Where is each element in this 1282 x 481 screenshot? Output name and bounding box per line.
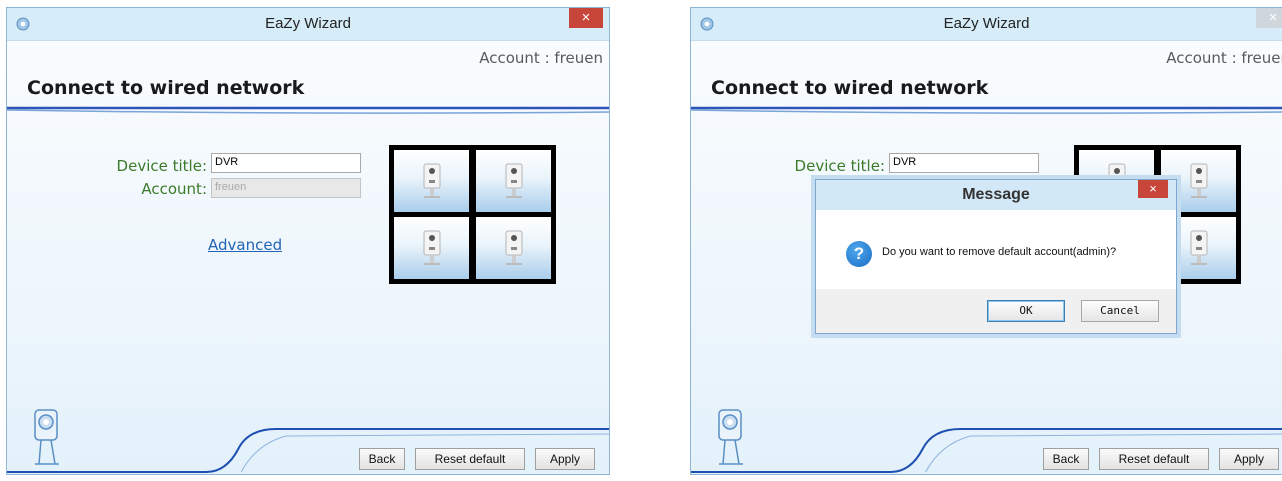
device-title-input[interactable]: DVR [889,153,1039,173]
close-button[interactable]: × [1256,8,1282,28]
ok-button[interactable]: OK [987,300,1065,322]
camera-icon [423,163,441,198]
question-icon: ? [846,241,872,267]
device-title-input[interactable]: DVR [211,153,361,173]
advanced-link[interactable]: Advanced [208,236,282,254]
wizard-content: Account : freuen Connect to wired networ… [7,41,609,474]
wizard-window: EaZy Wizard × Account : freuen Connect t… [6,7,610,475]
window-title: EaZy Wizard [943,15,1030,32]
dialog-title: Message [962,186,1030,203]
camera-icon [1190,163,1208,198]
camera-cell[interactable] [394,217,469,279]
page-title: Connect to wired network [27,77,305,99]
title-divider [7,106,609,114]
device-title-label: Device title: [794,157,885,175]
account-label: Account: [141,180,207,198]
title-bar[interactable]: EaZy Wizard × [7,8,609,41]
wizard-window-with-dialog: EaZy Wizard × Account : freuen Connect t… [690,7,1282,475]
camera-layout-grid [389,145,556,284]
dialog-message: Do you want to remove default account(ad… [882,246,1117,258]
reset-default-button[interactable]: Reset default [415,448,525,470]
title-divider [691,106,1282,114]
wizard-content: Account : freuen Connect to wired networ… [691,41,1282,474]
title-bar[interactable]: EaZy Wizard × [691,8,1282,41]
apply-button[interactable]: Apply [1219,448,1279,470]
back-button[interactable]: Back [1043,448,1089,470]
close-button[interactable]: × [569,8,603,28]
wizard-footer: Back Reset default Apply [691,404,1282,474]
dialog-body: ? Do you want to remove default account(… [816,210,1176,290]
camera-mascot-icon [718,409,743,465]
camera-icon [423,230,441,265]
device-title-label: Device title: [116,157,207,175]
account-line: Account : freuen [1166,49,1282,67]
dialog-footer: OK Cancel [816,289,1176,333]
back-button[interactable]: Back [359,448,405,470]
camera-cell[interactable] [476,217,551,279]
apply-button[interactable]: Apply [535,448,595,470]
camera-icon [1190,230,1208,265]
dialog-title-bar[interactable]: Message × [816,180,1176,210]
camera-cell[interactable] [476,150,551,212]
account-line: Account : freuen [479,49,603,67]
window-title: EaZy Wizard [265,15,351,32]
camera-mascot-icon [34,409,59,465]
message-dialog: Message × ? Do you want to remove defaul… [815,179,1177,334]
camera-icon [505,163,523,198]
account-input: freuen [211,178,361,198]
camera-icon [505,230,523,265]
wizard-footer: Back Reset default Apply [7,404,609,474]
reset-default-button[interactable]: Reset default [1099,448,1209,470]
dialog-close-button[interactable]: × [1138,180,1168,198]
camera-cell[interactable] [394,150,469,212]
page-title: Connect to wired network [711,77,989,99]
cancel-button[interactable]: Cancel [1081,300,1159,322]
